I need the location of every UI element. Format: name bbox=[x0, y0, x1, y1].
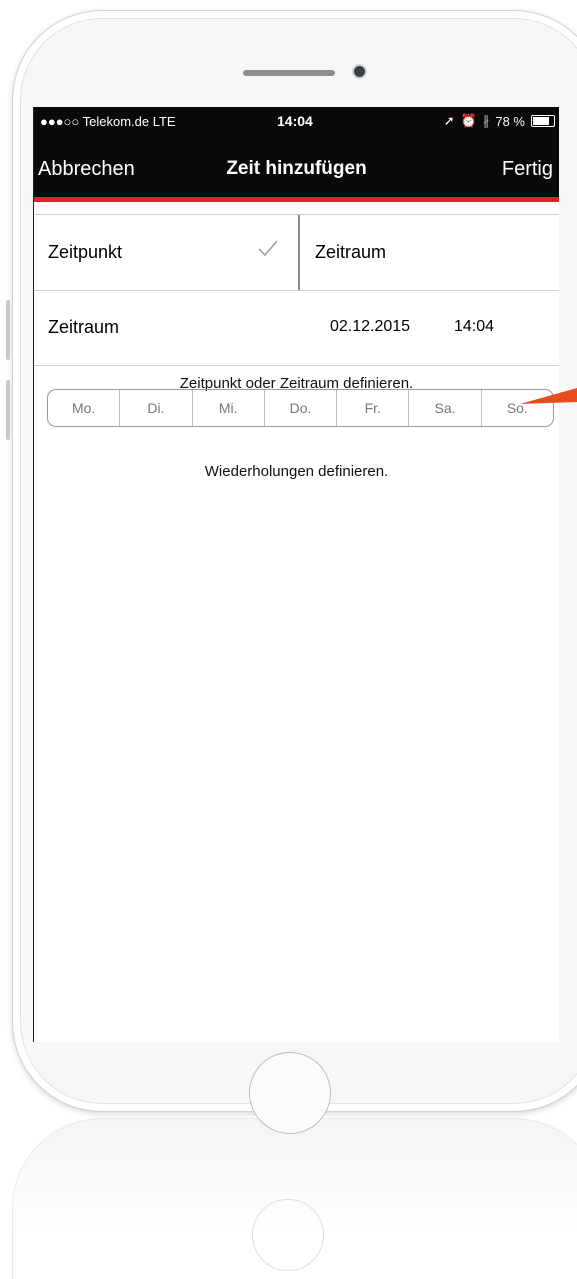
battery-percent: 78 % bbox=[495, 113, 525, 129]
option-zeitraum-label: Zeitraum bbox=[315, 242, 387, 262]
weekday-sa[interactable]: Sa. bbox=[409, 390, 482, 426]
weekday-selector: Mo. Di. Mi. Do. Fr. Sa. So. bbox=[47, 389, 554, 427]
location-icon: ➚ bbox=[443, 113, 455, 128]
bluetooth-icon: ∦ bbox=[482, 113, 490, 128]
earpiece-speaker bbox=[243, 70, 335, 76]
weekday-do[interactable]: Do. bbox=[265, 390, 338, 426]
carrier-label: ●●●○○ Telekom.de LTE bbox=[40, 114, 176, 129]
battery-icon bbox=[531, 115, 555, 127]
phone-reflection bbox=[12, 1118, 577, 1279]
pointer-arrow-icon bbox=[520, 388, 577, 404]
zeitraum-label: Zeitraum bbox=[48, 317, 120, 337]
status-time: 14:04 bbox=[277, 113, 313, 129]
weekday-mi[interactable]: Mi. bbox=[193, 390, 265, 426]
home-button-reflection bbox=[252, 1199, 324, 1271]
option-zeitraum[interactable]: Zeitraum bbox=[298, 215, 559, 290]
zeitraum-date[interactable]: 02.12.2015 bbox=[330, 318, 410, 336]
repeat-hint: Wiederholungen definieren. bbox=[204, 463, 389, 480]
zeitraum-row[interactable]: Zeitraum 02.12.2015 14:04 bbox=[34, 290, 559, 366]
home-button[interactable] bbox=[249, 1052, 331, 1134]
alarm-icon: ⏰ bbox=[460, 113, 477, 128]
option-zeitpunkt[interactable]: Zeitpunkt bbox=[34, 215, 297, 290]
volume-button bbox=[6, 380, 10, 440]
done-button[interactable]: Fertig bbox=[502, 158, 553, 181]
volume-button bbox=[6, 300, 10, 360]
mode-selector: Zeitpunkt Zeitraum bbox=[34, 214, 559, 291]
weekday-di[interactable]: Di. bbox=[120, 390, 193, 426]
option-zeitpunkt-label: Zeitpunkt bbox=[48, 242, 123, 262]
weekday-mo[interactable]: Mo. bbox=[48, 390, 121, 426]
status-bar: ●●●○○ Telekom.de LTE 14:04 ➚ ⏰ ∦ 78 % bbox=[34, 107, 559, 134]
zeitraum-time[interactable]: 14:04 bbox=[454, 318, 494, 336]
navigation-bar: Abbrechen Zeit hinzufügen Fertig bbox=[34, 134, 559, 202]
weekday-fr[interactable]: Fr. bbox=[337, 390, 410, 426]
front-camera bbox=[354, 66, 365, 77]
checkmark-icon bbox=[258, 240, 278, 257]
status-right: ➚ ⏰ ∦ 78 % bbox=[444, 113, 555, 129]
page-title: Zeit hinzufügen bbox=[226, 158, 367, 179]
screen: ●●●○○ Telekom.de LTE 14:04 ➚ ⏰ ∦ 78 % Ab… bbox=[33, 107, 559, 1042]
